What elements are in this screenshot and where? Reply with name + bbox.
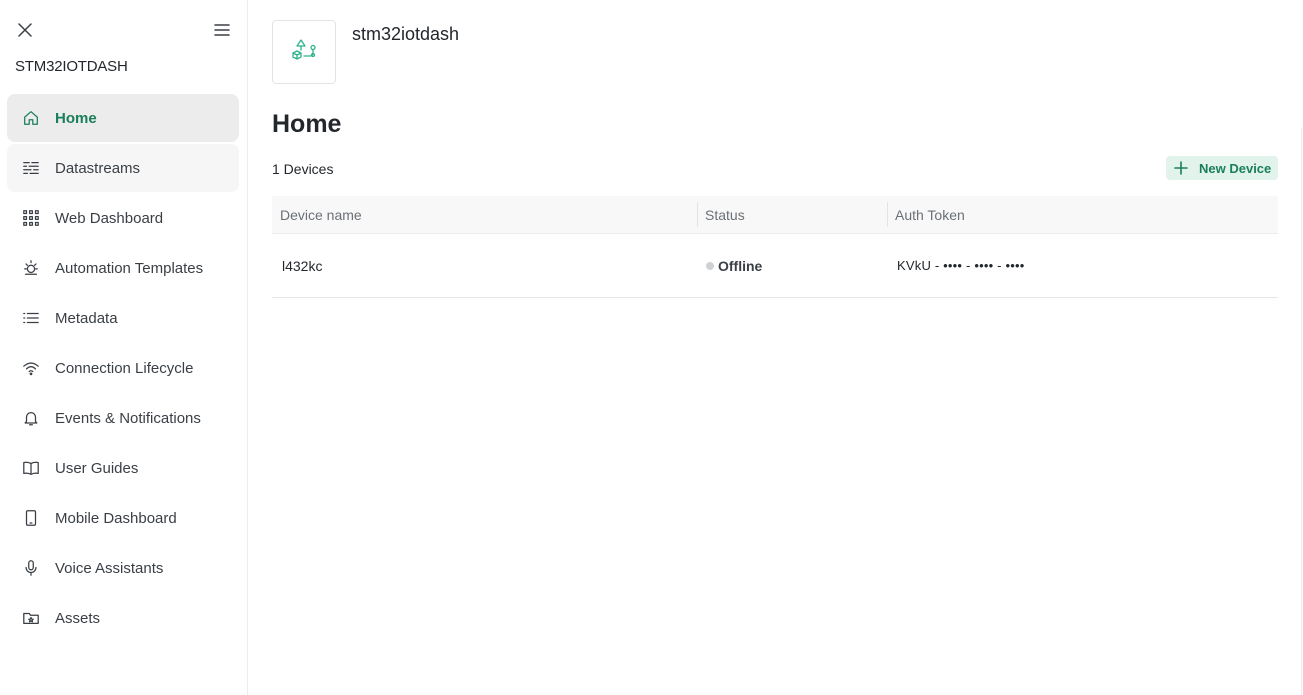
- auth-token-value: KVkU - •••• - •••• - ••••: [897, 258, 1025, 273]
- automation-icon: [21, 258, 41, 278]
- new-device-button[interactable]: New Device: [1166, 156, 1278, 180]
- device-name-cell[interactable]: l432kc: [272, 234, 697, 297]
- sidebar-item-user-guides[interactable]: User Guides: [7, 444, 239, 492]
- product-name: stm32iotdash: [352, 24, 460, 44]
- sidebar: STM32IOTDASH Home Datastreams Web Dashbo…: [0, 0, 248, 695]
- sidebar-item-label: Connection Lifecycle: [55, 359, 194, 377]
- sidebar-item-home[interactable]: Home: [7, 94, 239, 142]
- devices-table: Device name Status Auth Token l432kc Off…: [272, 196, 1278, 298]
- microphone-icon: [21, 558, 41, 578]
- sidebar-item-label: Mobile Dashboard: [55, 509, 177, 527]
- status-offline-dot: [706, 261, 714, 270]
- sidebar-item-label: Voice Assistants: [55, 559, 164, 577]
- auth-token-cell[interactable]: KVkU - •••• - •••• - ••••: [887, 234, 1278, 297]
- grid-icon: [21, 208, 41, 228]
- sidebar-nav: Home Datastreams Web Dashboard Automatio…: [7, 94, 239, 644]
- sidebar-item-automation-templates[interactable]: Automation Templates: [7, 244, 239, 292]
- datastreams-icon: [21, 158, 41, 178]
- hamburger-menu-icon[interactable]: [211, 19, 233, 41]
- table-header: Device name Status Auth Token: [272, 196, 1278, 234]
- sidebar-item-label: Datastreams: [55, 159, 141, 177]
- sidebar-item-assets[interactable]: Assets: [7, 594, 239, 642]
- product-icon[interactable]: [272, 20, 336, 84]
- sidebar-item-label: Metadata: [55, 309, 118, 327]
- scrollbar-track: [1301, 128, 1302, 695]
- sidebar-item-events-notifications[interactable]: Events & Notifications: [7, 394, 239, 442]
- sidebar-item-web-dashboard[interactable]: Web Dashboard: [7, 194, 239, 242]
- status-cell: Offline: [697, 234, 887, 297]
- status-badge: Offline: [718, 257, 763, 274]
- column-header-status[interactable]: Status: [697, 196, 887, 233]
- sidebar-title: STM32IOTDASH: [15, 58, 128, 75]
- mobile-icon: [21, 508, 41, 528]
- main-content: stm32iotdash Home 1 Devices New Device D…: [248, 0, 1303, 695]
- close-icon[interactable]: [14, 19, 36, 41]
- column-header-auth-token[interactable]: Auth Token: [887, 196, 1278, 233]
- sidebar-item-mobile-dashboard[interactable]: Mobile Dashboard: [7, 494, 239, 542]
- page-title: Home: [272, 110, 342, 138]
- home-icon: [21, 108, 41, 128]
- sidebar-item-datastreams[interactable]: Datastreams: [7, 144, 239, 192]
- book-icon: [21, 458, 41, 478]
- sidebar-item-label: Home: [55, 109, 97, 127]
- sidebar-item-metadata[interactable]: Metadata: [7, 294, 239, 342]
- folder-icon: [21, 608, 41, 628]
- plus-icon: [1174, 161, 1188, 175]
- sidebar-item-label: User Guides: [55, 459, 139, 477]
- sidebar-item-label: Automation Templates: [55, 259, 204, 277]
- bell-icon: [21, 408, 41, 428]
- sidebar-item-voice-assistants[interactable]: Voice Assistants: [7, 544, 239, 592]
- devices-count: 1 Devices: [272, 161, 334, 177]
- sidebar-item-label: Web Dashboard: [55, 209, 164, 227]
- sidebar-item-connection-lifecycle[interactable]: Connection Lifecycle: [7, 344, 239, 392]
- new-device-label: New Device: [1199, 160, 1272, 176]
- wifi-icon: [21, 358, 41, 378]
- sidebar-item-label: Assets: [55, 609, 101, 627]
- column-header-device-name[interactable]: Device name: [272, 196, 697, 233]
- sidebar-item-label: Events & Notifications: [55, 409, 201, 427]
- list-icon: [21, 308, 41, 328]
- table-row[interactable]: l432kc Offline KVkU - •••• - •••• - ••••: [272, 234, 1278, 298]
